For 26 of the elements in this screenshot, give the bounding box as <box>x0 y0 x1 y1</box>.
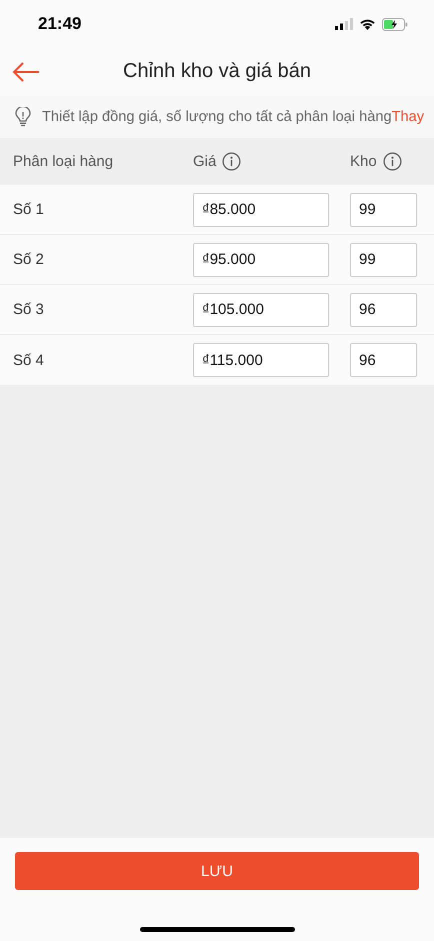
save-button[interactable]: LƯU <box>15 852 419 890</box>
back-arrow-icon[interactable] <box>12 60 40 82</box>
price-field[interactable]: ₫85.000 <box>193 192 329 226</box>
price-field[interactable]: ₫95.000 <box>193 242 329 276</box>
info-icon[interactable] <box>222 152 242 171</box>
variant-name: Số 4 <box>13 352 45 368</box>
signal-icon <box>335 18 353 30</box>
variant-name: Số 1 <box>13 201 45 218</box>
column-header: Kho <box>350 153 377 170</box>
price-field[interactable]: ₫105.000 <box>193 292 329 326</box>
page-title: Chỉnh kho và giá bán <box>123 60 311 82</box>
info-icon[interactable] <box>382 152 402 171</box>
wifi-icon <box>359 18 376 30</box>
variant-name: Số 2 <box>13 251 45 268</box>
stock-field[interactable]: 99 <box>350 192 417 226</box>
variant-name: Số 3 <box>13 301 45 318</box>
stock-field[interactable]: 96 <box>350 292 417 326</box>
stock-field[interactable]: 99 <box>350 242 417 276</box>
tip-text: Thiết lập đồng giá, số lượng cho tất cả phân loại hàng <box>42 108 392 124</box>
column-header: Giá <box>193 153 216 170</box>
column-header: Phân loại hàng <box>13 153 114 170</box>
lightbulb-icon <box>14 106 32 126</box>
battery-icon <box>382 18 408 30</box>
status-time: 21:49 <box>38 14 82 34</box>
stock-field[interactable]: 96 <box>350 343 417 377</box>
price-field[interactable]: ₫115.000 <box>193 343 329 377</box>
